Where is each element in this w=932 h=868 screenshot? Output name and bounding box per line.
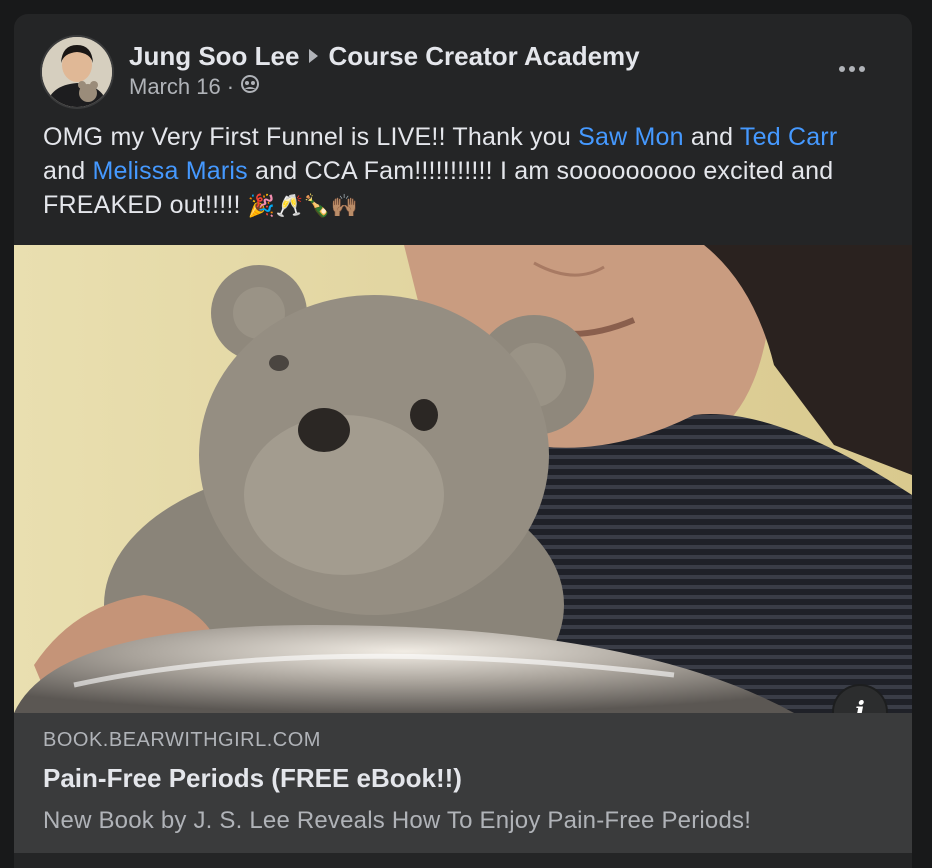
post-meta: March 16 · — [129, 74, 260, 100]
mention-saw-mon[interactable]: Saw Mon — [578, 123, 684, 151]
mention-ted-carr[interactable]: Ted Carr — [740, 123, 837, 151]
post-photo[interactable]: i — [14, 245, 912, 713]
post-text-part: and — [43, 157, 93, 185]
group-name[interactable]: Course Creator Academy — [328, 41, 639, 72]
link-preview[interactable]: BOOK.BEARWITHGIRL.COM Pain-Free Periods … — [14, 713, 912, 853]
post-card: Jung Soo Lee Course Creator Academy Marc… — [14, 14, 912, 868]
caret-right-icon — [309, 49, 319, 63]
group-members-icon — [240, 74, 260, 100]
more-options-icon[interactable] — [832, 56, 872, 82]
link-title: Pain-Free Periods (FREE eBook!!) — [43, 763, 462, 793]
post-emojis: 🎉🥂🍾🙌🏽 — [247, 193, 359, 218]
link-description: New Book by J. S. Lee Reveals How To Enj… — [43, 807, 752, 834]
post-text-part: OMG my Very First Funnel is LIVE!! Thank… — [43, 123, 579, 151]
meta-separator: · — [226, 74, 235, 99]
post-header-title: Jung Soo Lee Course Creator Academy — [129, 39, 640, 73]
avatar-photo — [42, 37, 112, 107]
link-domain: BOOK.BEARWITHGIRL.COM — [43, 729, 321, 751]
mention-melissa-maris[interactable]: Melissa Maris — [92, 157, 247, 185]
post-body: OMG my Very First Funnel is LIVE!! Thank… — [43, 120, 883, 223]
post-date[interactable]: March 16 — [129, 74, 221, 100]
author-avatar[interactable] — [42, 37, 112, 107]
teddy-bear-photo — [14, 245, 912, 713]
post-text-part: and — [683, 123, 740, 151]
author-name[interactable]: Jung Soo Lee — [129, 41, 299, 72]
